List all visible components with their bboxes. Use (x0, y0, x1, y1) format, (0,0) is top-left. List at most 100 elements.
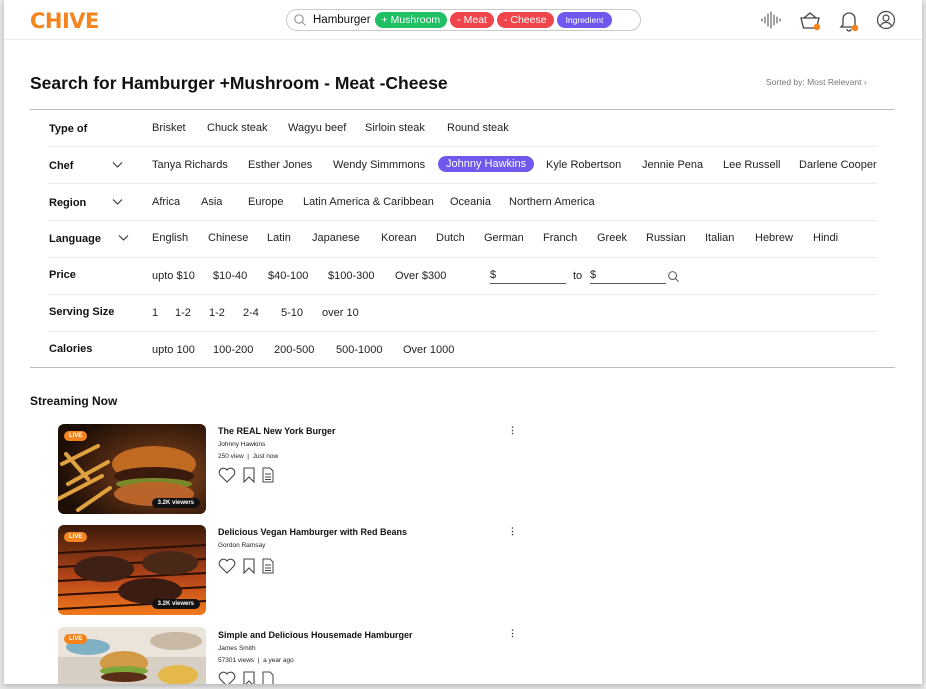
filter-option[interactable]: Northern America (509, 196, 595, 208)
stream-thumbnail[interactable]: LIVE (58, 627, 206, 684)
chip-exclude-meat[interactable]: - Meat (450, 12, 494, 28)
filter-option[interactable]: Chinese (208, 232, 248, 244)
stream-author[interactable]: Gordon Ramsay (218, 542, 265, 549)
recipe-document-icon[interactable] (262, 671, 274, 684)
filter-option[interactable]: Brisket (152, 122, 186, 134)
chevron-down-icon[interactable] (118, 234, 129, 242)
chive-logo[interactable]: CHIVE (30, 9, 99, 33)
filter-option[interactable]: Italian (705, 232, 734, 244)
chip-add-mushroom[interactable]: + Mushroom (374, 12, 448, 28)
filter-option[interactable]: Hindi (813, 232, 838, 244)
card-actions (218, 467, 274, 483)
heart-icon[interactable] (218, 671, 236, 684)
stream-card[interactable]: LIVE 3.2K viewers Delicious Vegan Hambur… (58, 525, 518, 617)
filter-option[interactable]: Latin (267, 232, 291, 244)
filter-option[interactable]: Round steak (447, 122, 509, 134)
filter-option[interactable]: Esther Jones (248, 159, 312, 171)
sort-selector[interactable]: Sorted by: Most Relevant › (766, 77, 867, 87)
filter-option[interactable]: 1 (152, 307, 158, 319)
filter-option[interactable]: Lee Russell (723, 159, 780, 171)
heart-icon[interactable] (218, 558, 236, 574)
live-badge: LIVE (64, 634, 88, 644)
bookmark-icon[interactable] (242, 558, 256, 574)
bookmark-icon[interactable] (242, 671, 256, 684)
chevron-down-icon[interactable] (112, 198, 123, 206)
filter-option[interactable]: Darlene Cooper (799, 159, 877, 171)
filter-option[interactable]: 100-200 (213, 344, 253, 356)
filter-option[interactable]: Over 1000 (403, 344, 454, 356)
search-icon[interactable] (667, 270, 680, 283)
filter-option[interactable]: 5-10 (281, 307, 303, 319)
filter-option[interactable]: Oceania (450, 196, 491, 208)
recipe-document-icon[interactable] (262, 467, 274, 483)
view-count: 57301 views (218, 657, 255, 664)
stream-thumbnail[interactable]: LIVE 3.2K viewers (58, 525, 206, 615)
filter-option[interactable]: Hebrew (755, 232, 793, 244)
filter-option[interactable]: Asia (201, 196, 222, 208)
price-to-label: to (573, 270, 583, 282)
stream-thumbnail[interactable]: LIVE 3.2K viewers (58, 424, 206, 514)
heart-icon[interactable] (218, 467, 236, 483)
filter-row-price: Price upto $10 $10-40 $40-100 $100-300 O… (48, 258, 877, 295)
filter-option[interactable]: 1-2 (175, 307, 191, 319)
chip-exclude-cheese[interactable]: - Cheese (496, 12, 554, 28)
stream-author[interactable]: James Smith (218, 645, 256, 652)
filter-option[interactable]: Tanya Richards (152, 159, 228, 171)
stream-title[interactable]: Delicious Vegan Hamburger with Red Beans (218, 527, 407, 537)
filter-option[interactable]: upto $10 (152, 270, 195, 282)
filter-option[interactable]: Chuck steak (207, 122, 268, 134)
filter-option-selected[interactable]: Johnny Hawkins (438, 156, 535, 172)
stream-author[interactable]: Johnny Hawkins (218, 441, 265, 448)
search-bar[interactable]: Hamburger + Mushroom - Meat - Cheese Ing… (286, 9, 641, 31)
max-price-input[interactable]: $ (590, 269, 666, 284)
filter-option[interactable]: Europe (248, 196, 283, 208)
filter-option[interactable]: German (484, 232, 524, 244)
view-count: 250 view (218, 453, 244, 460)
filter-option[interactable]: 200-500 (274, 344, 314, 356)
filter-option[interactable]: over 10 (322, 307, 359, 319)
more-options-icon[interactable]: ⋮ (508, 425, 517, 436)
filter-option[interactable]: Franch (543, 232, 577, 244)
filter-option[interactable]: Latin America & Caribbean (303, 196, 434, 208)
filter-option[interactable]: $100-300 (328, 270, 375, 282)
filter-option[interactable]: 1-2 (209, 307, 225, 319)
stream-card[interactable]: LIVE Simple and Delicious Housemade Hamb… (58, 627, 518, 684)
filter-option[interactable]: Over $300 (395, 270, 446, 282)
divider (30, 367, 895, 368)
filter-option[interactable]: upto 100 (152, 344, 195, 356)
more-options-icon[interactable]: ⋮ (508, 628, 517, 639)
stream-card[interactable]: LIVE 3.2K viewers The REAL New York Burg… (58, 424, 518, 516)
filter-option[interactable]: Wagyu beef (288, 122, 346, 134)
search-query[interactable]: Hamburger (313, 14, 371, 26)
user-profile-icon[interactable] (876, 9, 896, 31)
filter-option[interactable]: $40-100 (268, 270, 308, 282)
filter-label: Serving Size (49, 306, 115, 318)
filter-option[interactable]: 2-4 (243, 307, 259, 319)
min-price-input[interactable]: $ (490, 269, 566, 284)
stream-meta: 57301 views | a year ago (218, 657, 294, 664)
filter-option[interactable]: Wendy Simmmons (333, 159, 425, 171)
bell-icon[interactable] (838, 9, 860, 33)
filter-option[interactable]: Jennie Pena (642, 159, 703, 171)
filter-option[interactable]: Russian (646, 232, 686, 244)
filter-row-region: Region Africa Asia Europe Latin America … (48, 184, 877, 221)
filter-option[interactable]: $10-40 (213, 270, 247, 282)
filter-option[interactable]: Korean (381, 232, 416, 244)
bookmark-icon[interactable] (242, 467, 256, 483)
filter-option[interactable]: Sirloin steak (365, 122, 425, 134)
filter-option[interactable]: Kyle Robertson (546, 159, 621, 171)
filter-option[interactable]: Africa (152, 196, 180, 208)
more-options-icon[interactable]: ⋮ (508, 526, 517, 537)
filter-option[interactable]: English (152, 232, 188, 244)
filter-option[interactable]: Japanese (312, 232, 360, 244)
chip-ingredient[interactable]: Ingredient (556, 12, 613, 28)
filter-option[interactable]: Dutch (436, 232, 465, 244)
filter-option[interactable]: Greek (597, 232, 627, 244)
filter-option[interactable]: 500-1000 (336, 344, 383, 356)
stream-title[interactable]: The REAL New York Burger (218, 426, 336, 436)
stream-title[interactable]: Simple and Delicious Housemade Hamburger (218, 630, 413, 640)
voice-waveform-icon[interactable] (760, 9, 782, 31)
recipe-document-icon[interactable] (262, 558, 274, 574)
chevron-down-icon[interactable] (112, 161, 123, 169)
cooking-pot-icon[interactable] (798, 9, 822, 33)
